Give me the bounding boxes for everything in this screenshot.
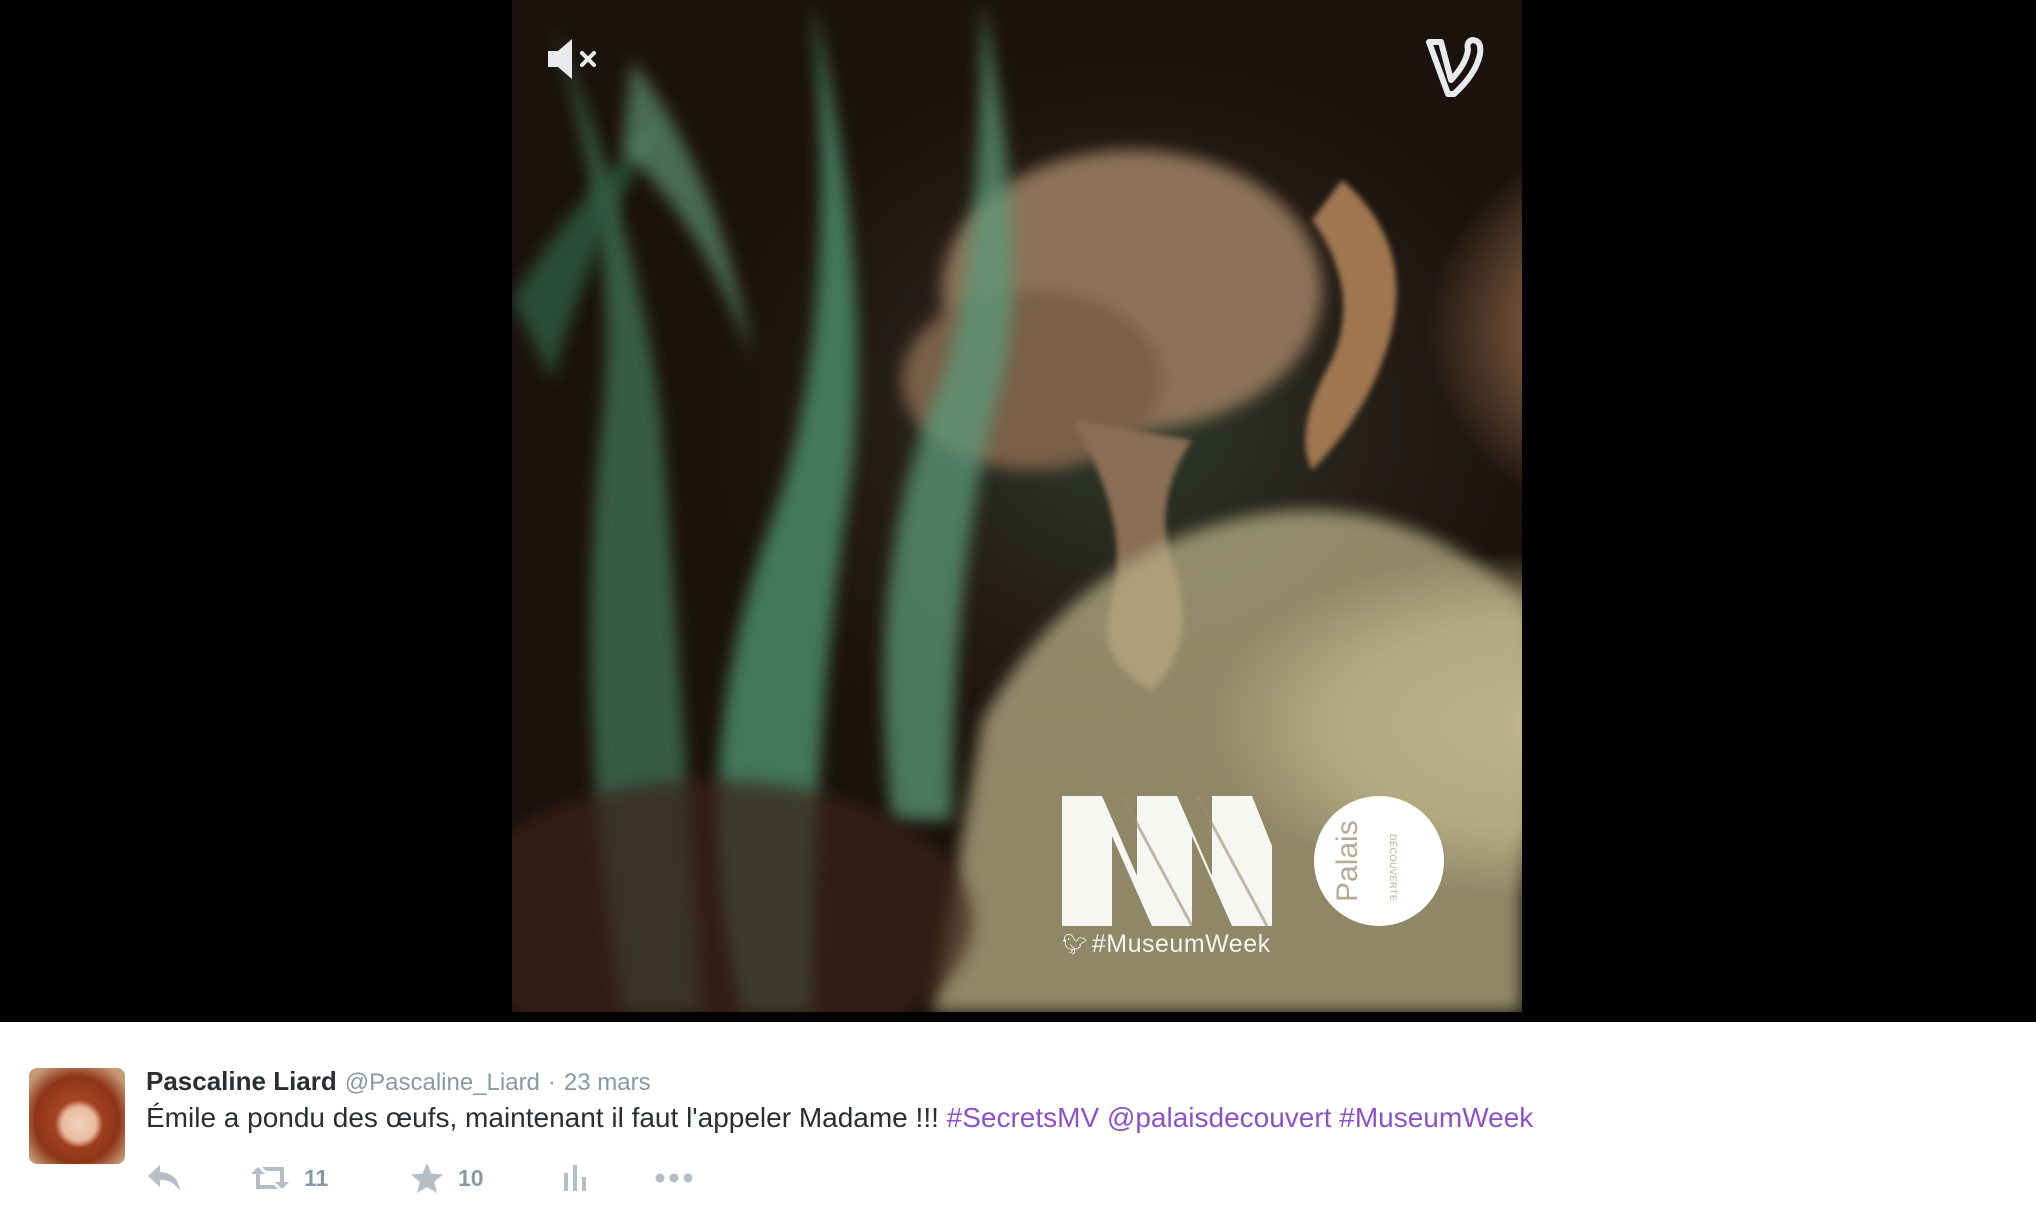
separator: · xyxy=(547,1069,556,1096)
vine-logo-icon xyxy=(1426,37,1484,97)
more-icon xyxy=(655,1173,693,1183)
mention-palaisdecouvert[interactable]: @palaisdecouvert xyxy=(1107,1102,1332,1133)
retweet-button[interactable]: 11 xyxy=(250,1158,328,1198)
star-icon xyxy=(411,1163,443,1193)
mute-button[interactable] xyxy=(544,34,606,84)
reply-icon xyxy=(148,1165,180,1191)
favorite-button[interactable]: 10 xyxy=(410,1158,484,1198)
museumweek-hashtag: 🐦︎ #MuseumWeek xyxy=(1062,930,1271,959)
favorite-count: 10 xyxy=(458,1164,484,1191)
retweet-icon xyxy=(251,1167,289,1189)
more-button[interactable] xyxy=(654,1158,694,1198)
palais-decouverte-logo: Palais DÉCOUVERTE xyxy=(1314,796,1444,926)
video-player[interactable]: 🐦︎ #MuseumWeek Palais DÉCOUVERTE xyxy=(0,0,2036,1022)
museumweek-logo xyxy=(1062,796,1272,926)
palais-logo-subtext: DÉCOUVERTE xyxy=(1388,834,1398,902)
reply-button[interactable] xyxy=(146,1158,182,1198)
username[interactable]: @Pascaline_Liard xyxy=(345,1069,540,1097)
analytics-icon xyxy=(564,1165,586,1191)
analytics-button[interactable] xyxy=(560,1158,590,1198)
tweet-text: Émile a pondu des œufs, maintenant il fa… xyxy=(146,1102,1533,1134)
volume-muted-icon xyxy=(548,39,596,79)
tweet-date[interactable]: 23 mars xyxy=(564,1069,651,1097)
vine-logo-button[interactable] xyxy=(1426,34,1484,98)
twitter-bird-icon: 🐦︎ xyxy=(1062,934,1088,956)
tweet-header: Pascaline Liard @Pascaline_Liard · 23 ma… xyxy=(146,1066,651,1096)
watermark-text: #MuseumWeek xyxy=(1091,930,1271,958)
avatar[interactable] xyxy=(29,1068,125,1164)
tweet-text-plain: Émile a pondu des œufs, maintenant il fa… xyxy=(146,1102,947,1133)
palais-logo-text: Palais xyxy=(1331,820,1364,902)
hashtag-secretsmv[interactable]: #SecretsMV xyxy=(947,1102,1100,1133)
hashtag-museumweek[interactable]: #MuseumWeek xyxy=(1339,1102,1533,1133)
display-name[interactable]: Pascaline Liard xyxy=(146,1066,337,1097)
retweet-count: 11 xyxy=(304,1164,329,1191)
